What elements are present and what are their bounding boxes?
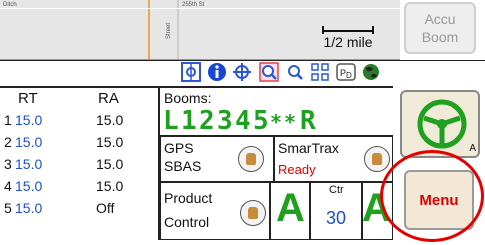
row-number: 1 xyxy=(4,112,12,128)
ctr-label: Ctr xyxy=(329,184,344,196)
info-icon[interactable] xyxy=(207,62,227,82)
product-control-line2: Control xyxy=(164,214,210,230)
actual-rate: 15.0 xyxy=(96,156,124,172)
boom-status-3: 3 xyxy=(217,106,233,136)
road-line xyxy=(148,0,150,59)
smartrax-status: Ready xyxy=(278,162,316,177)
actual-rate: 15.0 xyxy=(96,178,124,194)
pd-icon[interactable]: P D xyxy=(336,62,356,82)
road-line xyxy=(177,0,179,59)
scale-label: 1/2 mile xyxy=(323,34,373,50)
zoom-extents-icon[interactable] xyxy=(310,62,330,82)
boom-status-star: * xyxy=(270,110,283,134)
accu-boom-button[interactable]: Accu Boom xyxy=(404,2,476,54)
steering-mode: A xyxy=(469,143,476,154)
thumbs-up-icon xyxy=(238,146,264,172)
gps-source: SBAS xyxy=(164,158,202,174)
auto-mode-indicator: A xyxy=(276,186,305,230)
booms-title: Booms: xyxy=(164,90,212,106)
header-rt: RT xyxy=(18,90,38,107)
product-control-line1: Product xyxy=(164,190,213,206)
zoom-out-icon[interactable] xyxy=(285,62,305,82)
accu-boom-line1: Accu xyxy=(424,11,456,27)
steering-button[interactable]: A xyxy=(400,90,480,158)
map-label-street: Street xyxy=(166,22,173,40)
boom-status-4: 4 xyxy=(235,106,251,136)
boom-status-left: L xyxy=(163,106,179,136)
boom-status-5: 5 xyxy=(253,106,269,136)
accu-boom-line2: Boom xyxy=(421,29,459,45)
ctr-value: 30 xyxy=(326,208,347,228)
actual-rate: 15.0 xyxy=(96,112,124,128)
row-number: 4 xyxy=(4,178,12,194)
target-rate: 15.0 xyxy=(15,178,43,194)
row-number: 3 xyxy=(4,156,12,172)
steering-wheel-icon xyxy=(417,99,467,149)
crosshair-icon[interactable] xyxy=(232,62,252,82)
map-label-255th: 255th St xyxy=(182,2,205,8)
boom-status-1: 1 xyxy=(181,106,197,136)
road-line xyxy=(0,8,400,9)
row-number: 5 xyxy=(4,200,12,216)
thumbs-up-icon xyxy=(364,146,390,172)
smartrax-title: SmarTrax xyxy=(278,140,339,156)
zoom-in-icon[interactable] xyxy=(259,62,279,82)
boom-status-2: 2 xyxy=(199,106,215,136)
target-rate: 15.0 xyxy=(15,134,43,150)
boom-status-right: R xyxy=(300,106,316,136)
svg-text:D: D xyxy=(346,71,352,80)
highlight-circle xyxy=(380,150,484,242)
gps-target-icon[interactable] xyxy=(181,62,201,82)
row-number: 2 xyxy=(4,134,12,150)
globe-icon[interactable] xyxy=(361,62,381,82)
boom-status-star: * xyxy=(284,110,297,134)
target-rate: 15.0 xyxy=(15,112,43,128)
gps-label: GPS xyxy=(164,140,194,156)
header-ra: RA xyxy=(98,90,119,107)
actual-rate: Off xyxy=(96,200,115,216)
thumbs-up-icon xyxy=(240,200,266,226)
actual-rate: 15.0 xyxy=(96,134,124,150)
target-rate: 15.0 xyxy=(15,156,43,172)
map-label-ditch: Ditch xyxy=(3,2,17,8)
map-view[interactable]: Ditch 255th St Street 1/2 mile xyxy=(0,0,400,60)
map-scale: 1/2 mile xyxy=(318,26,378,50)
target-rate: 15.0 xyxy=(15,200,43,216)
